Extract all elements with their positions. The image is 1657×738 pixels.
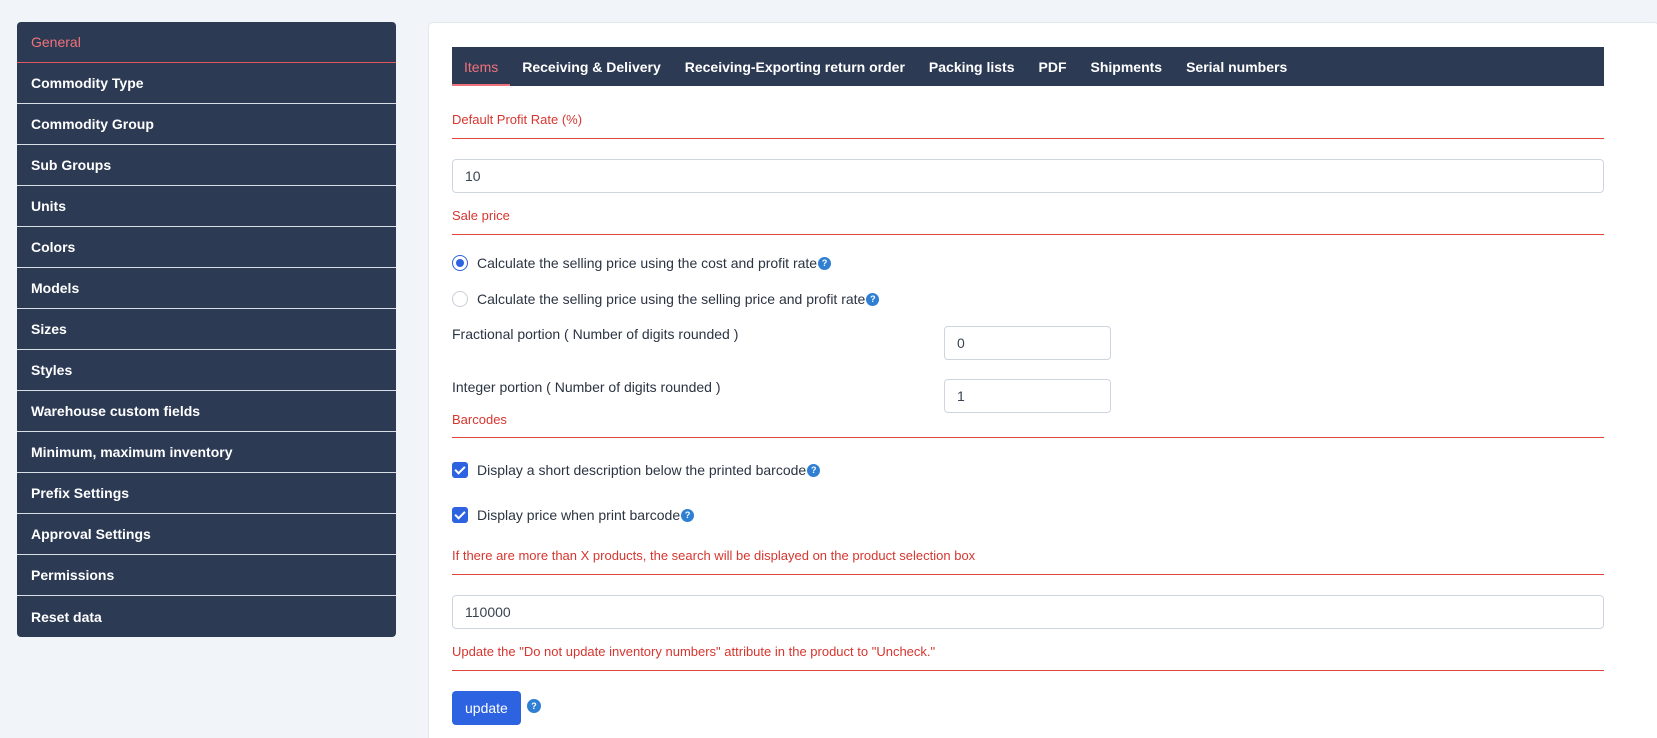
barcode-short-description-row: Display a short description below the pr…: [452, 462, 821, 478]
selling-profit-label: Calculate the selling price using the se…: [477, 291, 866, 307]
sidebar-item-min-max-inventory[interactable]: Minimum, maximum inventory: [17, 432, 396, 473]
sidebar-item-sub-groups[interactable]: Sub Groups: [17, 145, 396, 186]
sale-price-label: Sale price: [452, 208, 510, 223]
integer-portion-input[interactable]: [944, 379, 1111, 413]
tab-shipments[interactable]: Shipments: [1079, 47, 1175, 86]
short-description-checkbox[interactable]: [452, 462, 468, 478]
sidebar-item-colors[interactable]: Colors: [17, 227, 396, 268]
sidebar-item-commodity-type[interactable]: Commodity Type: [17, 63, 396, 104]
tab-pdf[interactable]: PDF: [1027, 47, 1079, 86]
help-icon[interactable]: ?: [681, 508, 695, 522]
sidebar-item-approval-settings[interactable]: Approval Settings: [17, 514, 396, 555]
search-threshold-divider: [452, 574, 1604, 575]
display-price-label: Display price when print barcode: [477, 507, 681, 523]
update-attribute-label: Update the "Do not update inventory numb…: [452, 644, 936, 659]
barcode-price-row: Display price when print barcode ?: [452, 507, 695, 523]
search-threshold-input[interactable]: [452, 595, 1604, 629]
tab-receiving-delivery[interactable]: Receiving & Delivery: [510, 47, 673, 86]
tab-packing-lists[interactable]: Packing lists: [917, 47, 1027, 86]
cost-profit-label: Calculate the selling price using the co…: [477, 255, 818, 271]
sidebar-item-permissions[interactable]: Permissions: [17, 555, 396, 596]
short-description-label: Display a short description below the pr…: [477, 462, 807, 478]
sidebar-item-models[interactable]: Models: [17, 268, 396, 309]
sidebar-item-units[interactable]: Units: [17, 186, 396, 227]
selling-profit-radio[interactable]: [452, 291, 468, 307]
sidebar-item-styles[interactable]: Styles: [17, 350, 396, 391]
fractional-portion-input[interactable]: [944, 326, 1111, 360]
help-icon[interactable]: ?: [866, 292, 880, 306]
profit-rate-divider: [452, 138, 1604, 139]
search-threshold-label: If there are more than X products, the s…: [452, 548, 976, 563]
sidebar-item-warehouse-custom-fields[interactable]: Warehouse custom fields: [17, 391, 396, 432]
sidebar-item-sizes[interactable]: Sizes: [17, 309, 396, 350]
sidebar-item-reset-data[interactable]: Reset data: [17, 596, 396, 637]
sidebar-item-prefix-settings[interactable]: Prefix Settings: [17, 473, 396, 514]
tab-receiving-exporting-return-order[interactable]: Receiving-Exporting return order: [673, 47, 917, 86]
update-attribute-divider: [452, 670, 1604, 671]
integer-portion-label: Integer portion ( Number of digits round…: [452, 379, 721, 395]
display-price-checkbox[interactable]: [452, 507, 468, 523]
settings-sidebar: General Commodity Type Commodity Group S…: [17, 22, 396, 637]
fractional-portion-label: Fractional portion ( Number of digits ro…: [452, 326, 739, 342]
update-button[interactable]: update: [452, 691, 521, 725]
help-icon[interactable]: ?: [527, 699, 541, 713]
sale-price-option-cost: Calculate the selling price using the co…: [452, 255, 832, 271]
profit-rate-label: Default Profit Rate (%): [452, 112, 583, 127]
settings-panel: Items Receiving & Delivery Receiving-Exp…: [428, 22, 1657, 738]
tab-items[interactable]: Items: [452, 47, 511, 86]
tab-serial-numbers[interactable]: Serial numbers: [1174, 47, 1299, 86]
tab-bar: Items Receiving & Delivery Receiving-Exp…: [452, 47, 1604, 86]
profit-rate-input[interactable]: [452, 159, 1604, 193]
sidebar-item-general[interactable]: General: [17, 22, 396, 63]
cost-profit-radio[interactable]: [452, 255, 468, 271]
sale-price-option-selling: Calculate the selling price using the se…: [452, 291, 880, 307]
help-icon[interactable]: ?: [818, 256, 832, 270]
sale-price-divider: [452, 234, 1604, 235]
barcodes-label: Barcodes: [452, 412, 507, 427]
sidebar-item-commodity-group[interactable]: Commodity Group: [17, 104, 396, 145]
barcodes-divider: [452, 437, 1604, 438]
help-icon[interactable]: ?: [807, 463, 821, 477]
